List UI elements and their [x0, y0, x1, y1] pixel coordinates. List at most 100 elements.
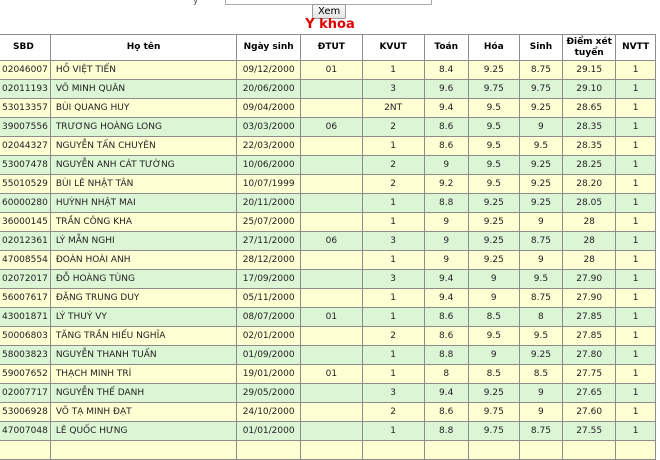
cell-dtut: [300, 421, 363, 441]
cell-toan: 8.6: [423, 117, 469, 137]
cell-dtut: [300, 288, 363, 308]
cell-kvut: 3: [361, 383, 425, 403]
cell-score: [562, 440, 617, 460]
cell-toan: 8.4: [423, 60, 469, 80]
cell-dtut: [300, 269, 363, 289]
table-row: 02011193 VÕ MINH QUÂN 20/06/2000 3 9.6 9.75 9.…: [0, 79, 656, 99]
cell-hoa: 9.25: [467, 250, 520, 270]
cell-dob: 10/07/1999: [236, 174, 301, 194]
cell-dtut: [300, 136, 363, 156]
cell-sbd: 02046007: [0, 60, 51, 80]
cell-sbd: 59007652: [0, 364, 51, 384]
cell-score: 27.90: [562, 269, 617, 289]
cell-dob: 24/10/2000: [236, 402, 301, 422]
col-header-name: Họ tên: [49, 34, 238, 61]
table-row: 02072017 ĐỖ HOÀNG TÙNG 17/09/2000 3 9.4 9 9.5 2…: [0, 269, 656, 289]
cell-sbd: 02007717: [0, 383, 51, 403]
cell-score: 27.80: [562, 345, 617, 365]
cell-sinh: 9: [518, 402, 564, 422]
table-row: 02012361 LÝ MẪN NGHI 27/11/2000 06 3 9 9.25 8.7…: [0, 231, 656, 251]
cell-sinh: 9.75: [518, 79, 564, 99]
cell-nvtt: 1: [615, 174, 656, 194]
cell-score: 28.35: [562, 136, 617, 156]
cell-kvut: 1: [361, 60, 425, 80]
cell-nvtt: [615, 440, 656, 460]
cell-toan: 9: [423, 231, 469, 251]
cell-sinh: 9.25: [518, 174, 564, 194]
cell-sinh: 9: [518, 117, 564, 137]
cell-toan: 9.4: [423, 269, 469, 289]
cell-nvtt: 1: [615, 288, 656, 308]
cell-score: 27.55: [562, 421, 617, 441]
cell-dtut: [300, 174, 363, 194]
cell-score: 28: [562, 212, 617, 232]
cell-sbd: 55010529: [0, 174, 51, 194]
cell-hoa: 9.75: [467, 79, 520, 99]
table-row: 56007617 ĐẶNG TRUNG DUY 05/11/2000 1 9.4 9 8.7…: [0, 288, 656, 308]
cell-hoa: 9.75: [467, 402, 520, 422]
cell-sbd: 53006928: [0, 402, 51, 422]
cell-sbd: 60000280: [0, 193, 51, 213]
cell-dob: 09/12/2000: [236, 60, 301, 80]
cell-sbd: 02012361: [0, 231, 51, 251]
cell-dtut: [300, 193, 363, 213]
cell-score: 28.65: [562, 98, 617, 118]
cell-sbd: 02044327: [0, 136, 51, 156]
cell-sbd: 47008554: [0, 250, 51, 270]
table-row: 02007717 NGUYỄN THẾ DANH 29/05/2000 3 9.4 9.2…: [0, 383, 656, 403]
cell-kvut: [361, 440, 425, 460]
cell-dob: 27/11/2000: [236, 231, 301, 251]
cell-kvut: 1: [361, 193, 425, 213]
table-row: 47007048 LÊ QUỐC HƯNG 01/01/2000 1 8.8 9.75 8.…: [0, 421, 656, 441]
cell-nvtt: 1: [615, 117, 656, 137]
cell-dob: 22/03/2000: [236, 136, 301, 156]
cell-hoa: 9.5: [467, 326, 520, 346]
cell-toan: 9: [423, 155, 469, 175]
col-header-kvut: KVUT: [361, 34, 425, 61]
cell-kvut: 1: [361, 288, 425, 308]
cell-hoa: 9.5: [467, 136, 520, 156]
cell-dtut: [300, 98, 363, 118]
cell-nvtt: 1: [615, 136, 656, 156]
cell-score: 29.15: [562, 60, 617, 80]
cell-score: 27.60: [562, 402, 617, 422]
cell-toan: 8.6: [423, 402, 469, 422]
cell-sinh: 9: [518, 212, 564, 232]
cell-score: 27.85: [562, 326, 617, 346]
cell-nvtt: 1: [615, 364, 656, 384]
cell-name: ĐOÀN HOÀI ANH: [49, 250, 238, 270]
cell-score: 28.05: [562, 193, 617, 213]
cell-name: BÙI QUANG HUY: [49, 98, 238, 118]
cell-toan: 8: [423, 364, 469, 384]
cell-score: 27.90: [562, 288, 617, 308]
cell-sbd: 39007556: [0, 117, 51, 137]
cell-nvtt: 1: [615, 250, 656, 270]
col-header-sbd: SBD: [0, 34, 51, 61]
cell-hoa: 9: [467, 269, 520, 289]
col-header-score: Điểm xét tuyển: [562, 34, 617, 61]
cell-nvtt: 1: [615, 383, 656, 403]
cell-kvut: 3: [361, 231, 425, 251]
cell-score: 27.75: [562, 364, 617, 384]
cell-sbd: 02011193: [0, 79, 51, 99]
cell-kvut: 3: [361, 269, 425, 289]
cell-score: 28.20: [562, 174, 617, 194]
table-row: [0, 440, 656, 460]
cell-dob: 20/06/2000: [236, 79, 301, 99]
cell-dob: 01/09/2000: [236, 345, 301, 365]
cell-kvut: 1: [361, 212, 425, 232]
cell-hoa: 9: [467, 345, 520, 365]
table-row: 59007652 THẠCH MINH TRÍ 19/01/2000 01 1 8 8.5 8…: [0, 364, 656, 384]
cell-kvut: 2: [361, 174, 425, 194]
table-row: 50006803 TĂNG TRẦN HIẾU NGHĨA 02/01/2000 2 8…: [0, 326, 656, 346]
cell-toan: 9: [423, 250, 469, 270]
cell-dtut: 01: [300, 307, 363, 327]
cell-dob: 09/04/2000: [236, 98, 301, 118]
cell-name: BÙI LÊ NHẬT TÂN: [49, 174, 238, 194]
col-header-sinh: Sinh: [518, 34, 564, 61]
cell-hoa: 8.5: [467, 307, 520, 327]
cell-hoa: 9.25: [467, 193, 520, 213]
cell-hoa: 9.5: [467, 174, 520, 194]
cell-sinh: [518, 440, 564, 460]
table-row: 53007478 NGUYỄN ANH CÁT TƯỜNG 10/06/2000 2 9…: [0, 155, 656, 175]
